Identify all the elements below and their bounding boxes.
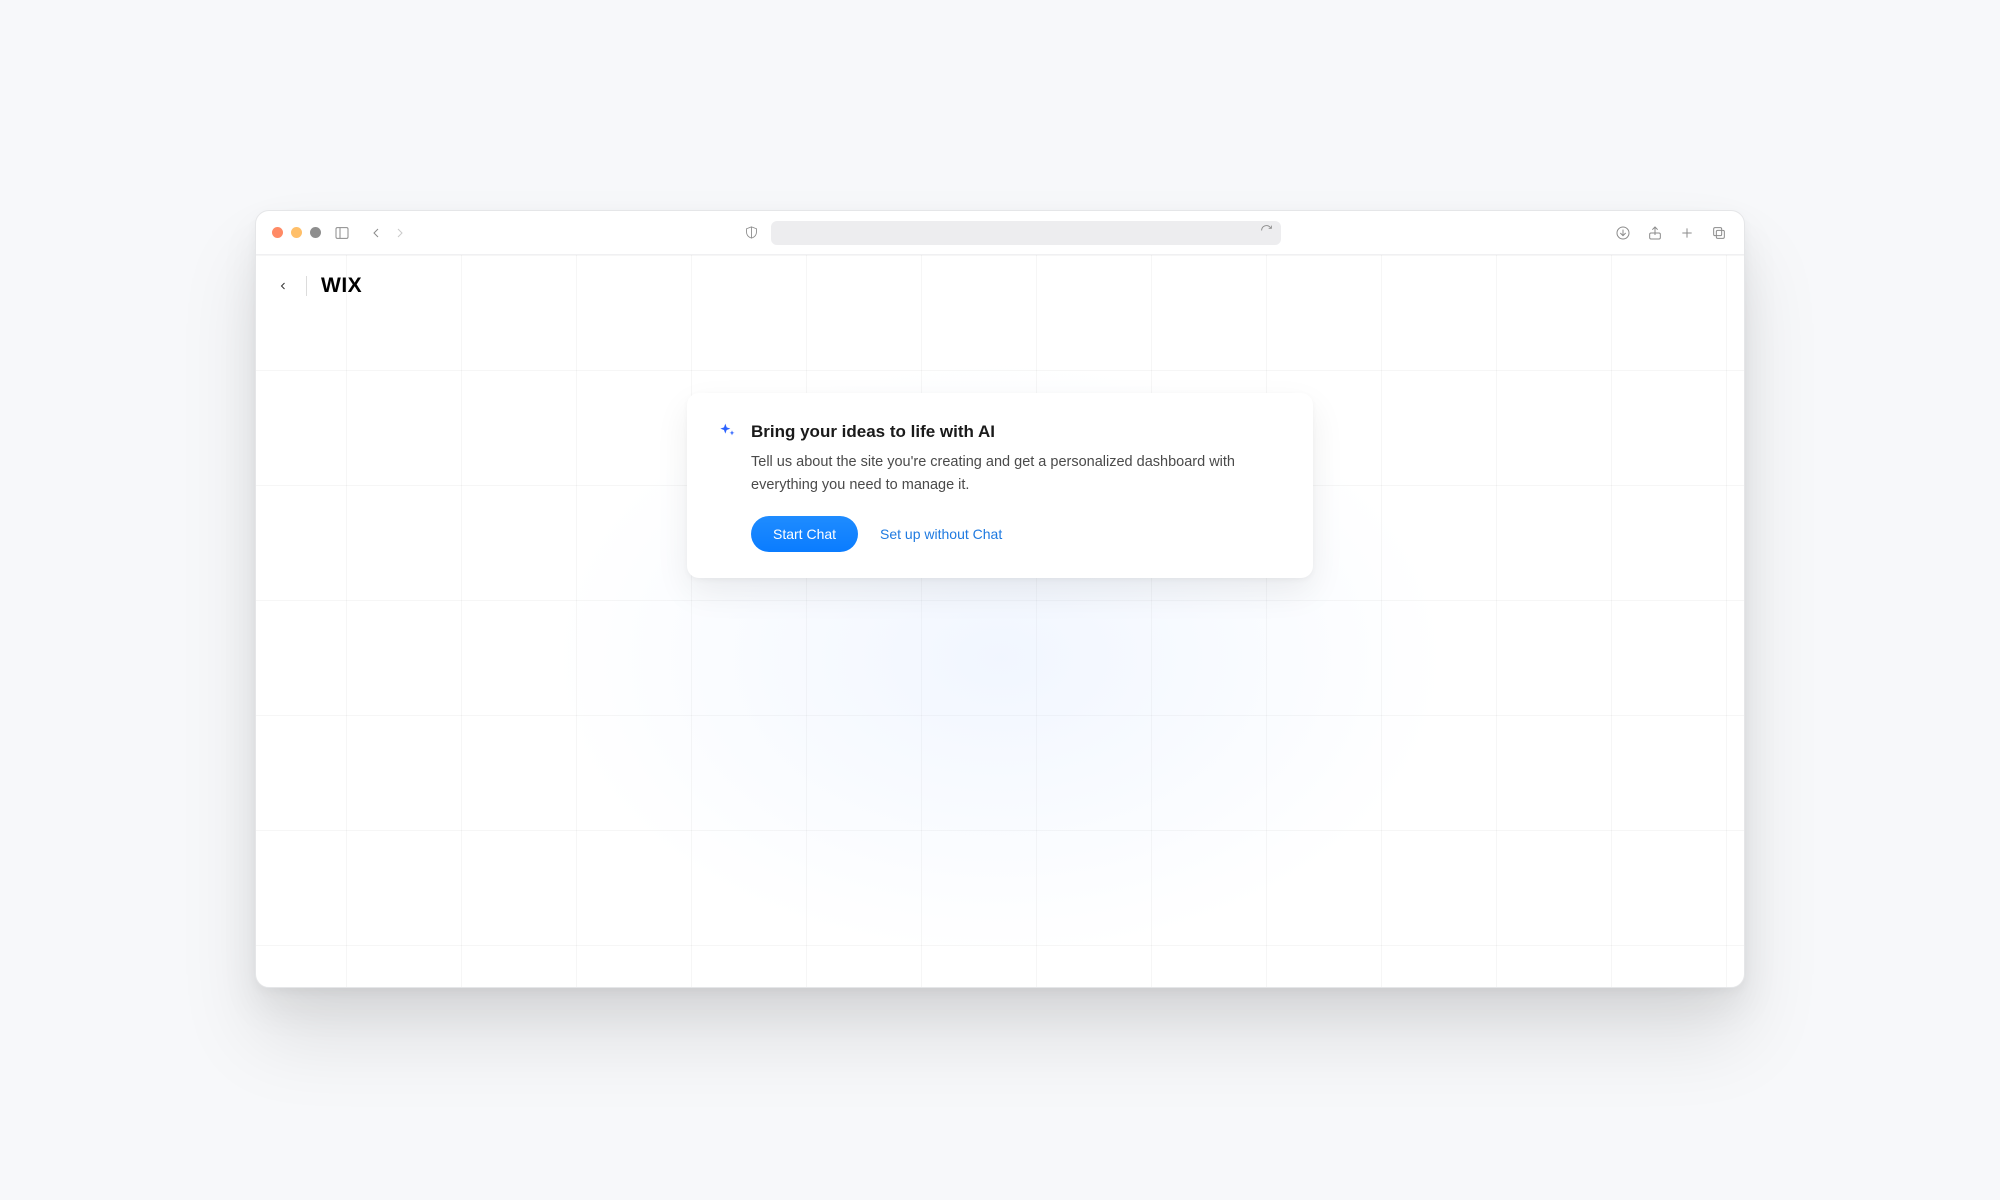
- page-content: WIX Bring your ideas to life with AI Tel…: [256, 255, 1744, 987]
- grid-background: [256, 255, 1744, 987]
- card-header: Bring your ideas to life with AI: [717, 421, 1281, 443]
- window-close-button[interactable]: [272, 227, 283, 238]
- shield-icon[interactable]: [743, 224, 761, 242]
- setup-without-chat-link[interactable]: Set up without Chat: [880, 526, 1002, 542]
- nav-arrows: [367, 224, 409, 242]
- brand-logo: WIX: [321, 274, 362, 298]
- card-title: Bring your ideas to life with AI: [751, 421, 995, 443]
- stage: WIX Bring your ideas to life with AI Tel…: [0, 0, 2000, 1200]
- chrome-right-icons: [1614, 224, 1728, 242]
- back-icon[interactable]: [367, 224, 385, 242]
- address-bar[interactable]: [771, 221, 1281, 245]
- start-chat-button[interactable]: Start Chat: [751, 516, 858, 552]
- window-minimize-button[interactable]: [291, 227, 302, 238]
- card-description: Tell us about the site you're creating a…: [751, 451, 1281, 496]
- window-zoom-button[interactable]: [310, 227, 321, 238]
- page-back-icon[interactable]: [274, 277, 292, 295]
- sparkle-icon: [717, 422, 737, 442]
- browser-window: WIX Bring your ideas to life with AI Tel…: [255, 210, 1745, 988]
- browser-chrome: [256, 211, 1744, 255]
- address-area: [421, 221, 1602, 245]
- separator: [306, 276, 307, 296]
- sidebar-icon[interactable]: [333, 224, 351, 242]
- download-icon[interactable]: [1614, 224, 1632, 242]
- share-icon[interactable]: [1646, 224, 1664, 242]
- forward-icon[interactable]: [391, 224, 409, 242]
- window-controls: [272, 227, 321, 238]
- card-actions: Start Chat Set up without Chat: [751, 516, 1281, 552]
- refresh-icon[interactable]: [1260, 224, 1273, 242]
- plus-icon[interactable]: [1678, 224, 1696, 242]
- ai-prompt-card: Bring your ideas to life with AI Tell us…: [687, 393, 1313, 578]
- copy-icon[interactable]: [1710, 224, 1728, 242]
- top-bar: WIX: [256, 255, 1744, 317]
